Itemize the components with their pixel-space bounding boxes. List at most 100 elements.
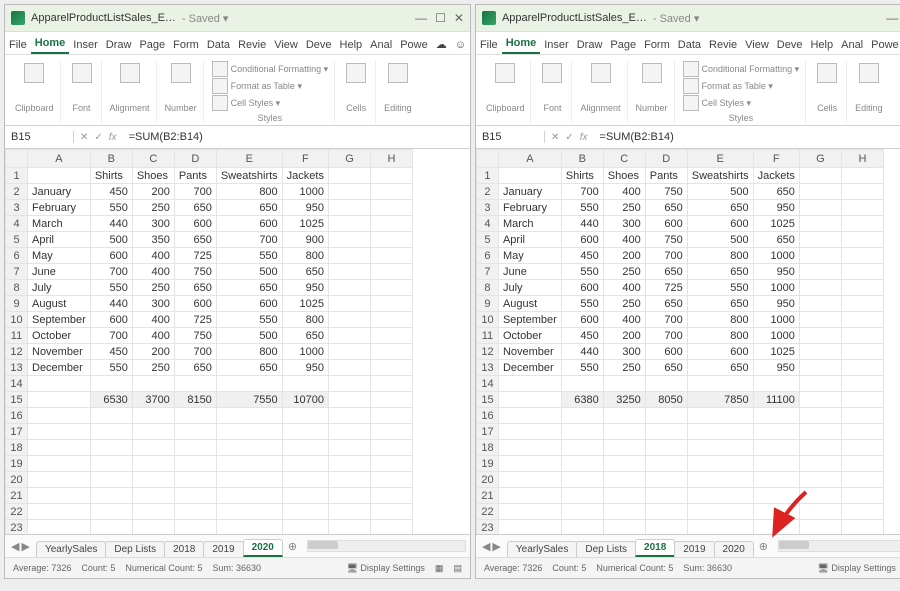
col-header[interactable]: H: [370, 150, 412, 168]
cell[interactable]: 8150: [174, 392, 216, 408]
cell[interactable]: 700: [90, 328, 132, 344]
sheet-tab-2019[interactable]: 2019: [203, 541, 243, 557]
cell[interactable]: [28, 424, 91, 440]
cell[interactable]: [687, 408, 753, 424]
cell[interactable]: [753, 440, 799, 456]
menu-help[interactable]: Help: [336, 36, 367, 54]
cell[interactable]: 600: [90, 248, 132, 264]
paste-icon[interactable]: [492, 61, 518, 85]
cell[interactable]: [132, 424, 174, 440]
cell[interactable]: 950: [282, 280, 328, 296]
cell[interactable]: [174, 504, 216, 520]
menu-data[interactable]: Data: [203, 36, 234, 54]
menu-file[interactable]: File: [5, 36, 31, 54]
cell[interactable]: [799, 264, 841, 280]
feedback-icon[interactable]: ☺: [451, 36, 470, 54]
cell[interactable]: [370, 488, 412, 504]
cell[interactable]: [174, 376, 216, 392]
cell[interactable]: November: [498, 344, 561, 360]
cell[interactable]: 550: [216, 312, 282, 328]
col-header[interactable]: A: [498, 150, 561, 168]
cell[interactable]: [753, 472, 799, 488]
cell[interactable]: [498, 440, 561, 456]
cell[interactable]: [328, 312, 370, 328]
cell[interactable]: December: [498, 360, 561, 376]
cell[interactable]: 200: [603, 248, 645, 264]
cell[interactable]: [328, 440, 370, 456]
cell[interactable]: 700: [645, 328, 687, 344]
col-header[interactable]: B: [90, 150, 132, 168]
row-header[interactable]: 19: [6, 456, 28, 472]
enter-icon[interactable]: ✓: [94, 132, 102, 143]
cell[interactable]: 600: [645, 344, 687, 360]
cell[interactable]: 550: [216, 248, 282, 264]
cell[interactable]: 650: [687, 296, 753, 312]
menu-powe[interactable]: Powe: [867, 36, 900, 54]
edit-icon[interactable]: [856, 61, 882, 85]
cell[interactable]: [328, 456, 370, 472]
cell[interactable]: Jackets: [282, 168, 328, 184]
cell[interactable]: [561, 472, 603, 488]
cell[interactable]: [370, 520, 412, 535]
cell[interactable]: [282, 472, 328, 488]
row-header[interactable]: 7: [6, 264, 28, 280]
cell[interactable]: [328, 344, 370, 360]
cell[interactable]: 725: [645, 280, 687, 296]
cell[interactable]: [799, 472, 841, 488]
cell[interactable]: 550: [90, 280, 132, 296]
row-header[interactable]: 22: [6, 504, 28, 520]
row-header[interactable]: 1: [6, 168, 28, 184]
cell[interactable]: [216, 488, 282, 504]
row-header[interactable]: 2: [6, 184, 28, 200]
style-item[interactable]: Conditional Formatting ▾: [683, 61, 800, 77]
cell[interactable]: 600: [561, 312, 603, 328]
cell[interactable]: [799, 168, 841, 184]
cell[interactable]: 725: [174, 248, 216, 264]
cell[interactable]: [645, 440, 687, 456]
cell[interactable]: March: [28, 216, 91, 232]
fx-icon[interactable]: fx: [109, 132, 117, 143]
sheet-tab-YearlySales[interactable]: YearlySales: [507, 541, 577, 557]
cell[interactable]: 600: [687, 344, 753, 360]
formula-bar[interactable]: =SUM(B2:B14): [123, 131, 470, 143]
cell[interactable]: [328, 392, 370, 408]
cells-icon[interactable]: [343, 61, 369, 85]
menu-powe[interactable]: Powe: [396, 36, 432, 54]
col-header[interactable]: [476, 150, 498, 168]
cell[interactable]: [753, 456, 799, 472]
cell[interactable]: [799, 360, 841, 376]
cell[interactable]: [90, 504, 132, 520]
cell[interactable]: [645, 424, 687, 440]
cell[interactable]: [28, 472, 91, 488]
row-header[interactable]: 23: [6, 520, 28, 535]
cell[interactable]: 8050: [645, 392, 687, 408]
col-header[interactable]: [6, 150, 28, 168]
cell[interactable]: 1000: [753, 280, 799, 296]
cell[interactable]: [328, 328, 370, 344]
cell[interactable]: [28, 408, 91, 424]
cell[interactable]: 650: [216, 360, 282, 376]
cell[interactable]: 950: [753, 296, 799, 312]
row-header[interactable]: 10: [6, 312, 28, 328]
cell[interactable]: [561, 488, 603, 504]
cell[interactable]: 600: [216, 296, 282, 312]
cell[interactable]: 440: [90, 296, 132, 312]
row-header[interactable]: 16: [476, 408, 498, 424]
cell[interactable]: [603, 456, 645, 472]
cell[interactable]: [799, 312, 841, 328]
col-header[interactable]: E: [216, 150, 282, 168]
cell[interactable]: [132, 408, 174, 424]
cell[interactable]: [28, 440, 91, 456]
menu-inser[interactable]: Inser: [540, 36, 572, 54]
cell[interactable]: [561, 440, 603, 456]
cell[interactable]: [603, 424, 645, 440]
cell[interactable]: [174, 424, 216, 440]
style-item[interactable]: Conditional Formatting ▾: [212, 61, 329, 77]
cell[interactable]: [282, 520, 328, 535]
tab-nav-left[interactable]: ◀: [11, 540, 19, 553]
new-sheet-button[interactable]: ⊕: [753, 540, 774, 553]
cell[interactable]: [216, 440, 282, 456]
cell[interactable]: [799, 392, 841, 408]
cell[interactable]: [799, 408, 841, 424]
cell[interactable]: [328, 472, 370, 488]
